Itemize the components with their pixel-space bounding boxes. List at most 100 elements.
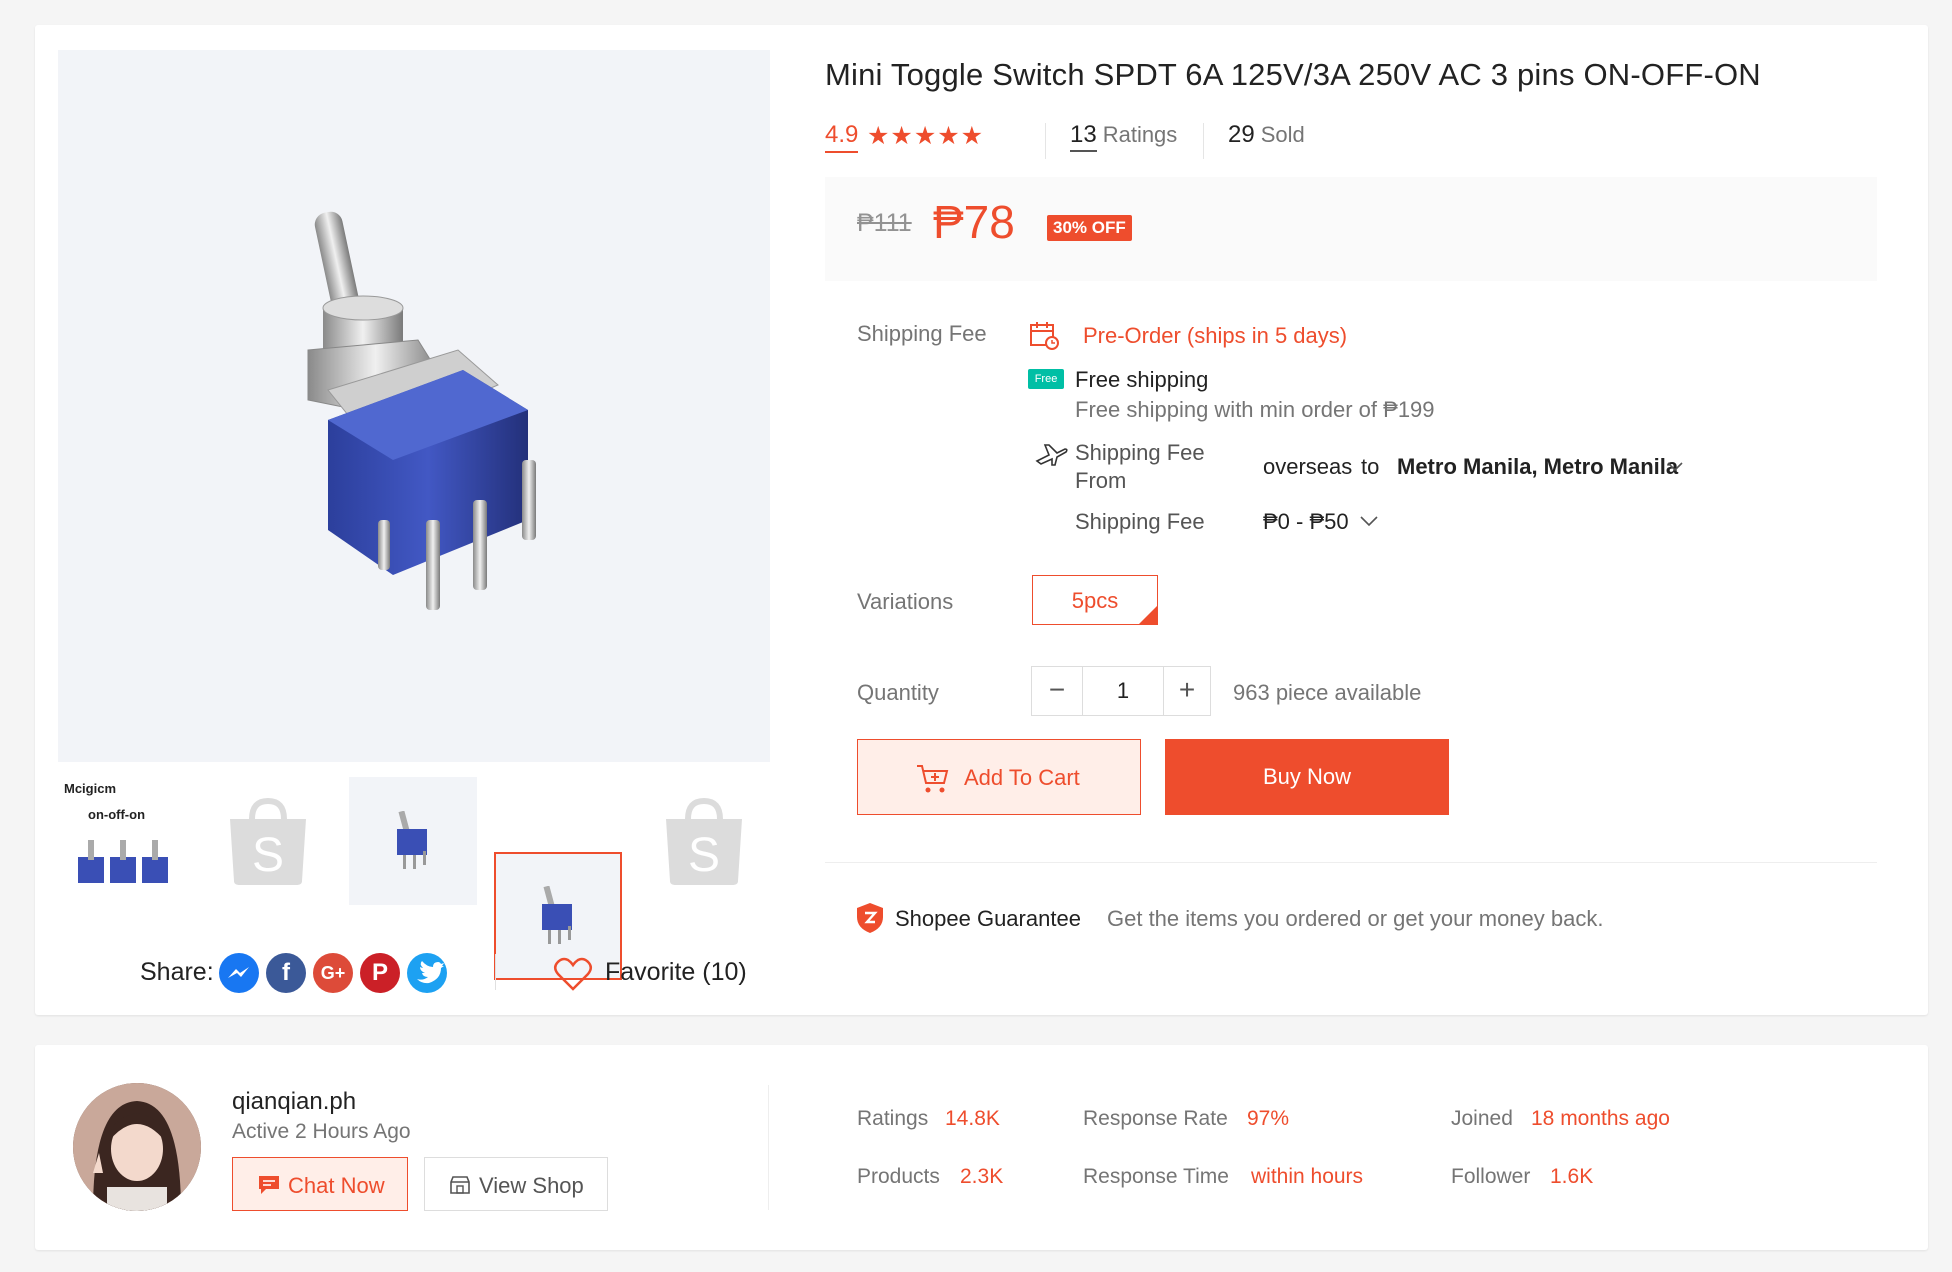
shipping-from-label: Shipping Fee From: [1075, 440, 1205, 493]
ratings-count-number: 13: [1070, 121, 1097, 152]
product-card: Mcigicm on-off-on S S Share: f G+ P Favo…: [35, 25, 1928, 1015]
shipping-fee-label: Shipping Fee: [857, 321, 987, 346]
airplane-icon: [1035, 444, 1068, 466]
share-row: Share: f G+ P Favorite (10): [105, 950, 805, 996]
chat-icon: [259, 1176, 279, 1194]
shipping-origin: overseas: [1263, 454, 1353, 479]
seller-products-label: Products: [857, 1165, 940, 1188]
seller-products-value: 2.3K: [960, 1165, 1004, 1188]
seller-active-status: Active 2 Hours Ago: [232, 1120, 411, 1143]
star-rating-icon: ★★★★★: [867, 122, 985, 150]
selected-check-icon: [1139, 606, 1157, 624]
shop-icon: [450, 1176, 470, 1194]
google-plus-icon[interactable]: G+: [313, 953, 353, 993]
seller-ratings-label: Ratings: [857, 1107, 929, 1130]
sold-count: 29 Sold: [1228, 121, 1305, 149]
view-shop-button[interactable]: View Shop: [424, 1157, 608, 1211]
response-time-value: within hours: [1251, 1165, 1364, 1188]
divider: [1203, 123, 1204, 159]
price-box: ₱111 ₱78 30% OFF: [825, 177, 1877, 281]
chat-now-label: Chat Now: [288, 1173, 385, 1198]
view-shop-label: View Shop: [479, 1173, 584, 1198]
variation-option-label: 5pcs: [1071, 588, 1119, 613]
response-rate-value: 97%: [1247, 1107, 1290, 1130]
thumbnail-caption-brand: Mcigicm: [64, 781, 117, 796]
joined-label: Joined: [1451, 1107, 1513, 1130]
shipping-destination[interactable]: Metro Manila, Metro Manila: [1397, 454, 1678, 480]
shopee-bag-icon: S: [666, 797, 742, 885]
toggle-switch-small-image: [397, 811, 427, 869]
svg-text:S: S: [688, 829, 720, 882]
svg-text:S: S: [252, 829, 284, 882]
follower-label: Follower: [1451, 1165, 1531, 1188]
follower-value: 1.6K: [1550, 1165, 1594, 1188]
free-shipping-title: Free shipping: [1075, 367, 1209, 392]
quantity-stepper: − 1 +: [1031, 666, 1211, 716]
free-shipping-subtitle: Free shipping with min order of ₱199: [1075, 397, 1435, 422]
divider: [768, 1085, 769, 1210]
free-shipping-icon: Free: [1028, 369, 1064, 389]
main-product-image[interactable]: [58, 50, 770, 762]
seller-avatar[interactable]: [73, 1083, 201, 1211]
quantity-increase-button[interactable]: +: [1162, 667, 1212, 715]
share-label: Share:: [140, 958, 214, 986]
chevron-down-icon[interactable]: [1667, 461, 1683, 473]
quantity-decrease-button[interactable]: −: [1032, 667, 1082, 715]
rating-score[interactable]: 4.9: [825, 121, 859, 153]
stock-available: 963 piece available: [1233, 680, 1422, 705]
toggle-switch-small-image: [542, 886, 572, 944]
messenger-icon[interactable]: [219, 953, 259, 993]
shield-icon: [857, 903, 883, 933]
ratings-count[interactable]: 13 Ratings: [1070, 121, 1178, 152]
thumbnail-caption-mode: on-off-on: [88, 807, 146, 822]
seller-card: qianqian.ph Active 2 Hours Ago Chat Now …: [35, 1045, 1928, 1250]
quantity-input[interactable]: 1: [1082, 667, 1164, 715]
shipping-fee-range[interactable]: ₱0 - ₱50: [1263, 509, 1349, 535]
variations-label: Variations: [857, 589, 954, 614]
response-rate-label: Response Rate: [1083, 1107, 1228, 1130]
seller-ratings-value: 14.8K: [945, 1107, 1000, 1130]
ratings-count-label: Ratings: [1102, 122, 1178, 147]
toggle-switch-image: [58, 50, 770, 762]
thumbnail-2[interactable]: S: [204, 777, 332, 905]
variation-option-5pcs[interactable]: 5pcs: [1032, 575, 1158, 625]
twitter-icon[interactable]: [407, 953, 447, 993]
thumbnail-5[interactable]: S: [640, 777, 768, 905]
avatar-image: [73, 1083, 201, 1211]
buy-now-button[interactable]: Buy Now: [1165, 739, 1449, 815]
original-price: ₱111: [857, 209, 912, 237]
guarantee-title[interactable]: Shopee Guarantee: [895, 906, 1081, 932]
shipping-fee-sublabel: Shipping Fee: [1075, 509, 1205, 534]
rating-row: 4.9 ★★★★★ 13 Ratings 29 Sold: [825, 121, 1525, 161]
chevron-down-icon[interactable]: [1360, 515, 1378, 527]
pinterest-icon[interactable]: P: [360, 953, 400, 993]
joined-value: 18 months ago: [1531, 1107, 1670, 1130]
share-divider: [495, 954, 496, 990]
heart-icon[interactable]: [553, 956, 593, 992]
thumbnail-3[interactable]: [349, 777, 477, 905]
shipping-to-word: to: [1361, 454, 1380, 479]
current-price: ₱78: [933, 196, 1015, 248]
quantity-label: Quantity: [857, 680, 939, 705]
preorder-text: Pre-Order (ships in 5 days): [1083, 323, 1348, 348]
discount-badge: 30% OFF: [1047, 215, 1132, 241]
calendar-clock-icon: [1030, 322, 1059, 350]
divider: [825, 862, 1877, 863]
product-title: Mini Toggle Switch SPDT 6A 125V/3A 250V …: [825, 57, 1761, 92]
guarantee-text: Get the items you ordered or get your mo…: [1107, 906, 1604, 931]
switches-image: [78, 840, 168, 883]
response-time-label: Response Time: [1083, 1165, 1229, 1188]
seller-name[interactable]: qianqian.ph: [232, 1088, 356, 1116]
shopee-bag-icon: S: [230, 797, 306, 885]
sold-count-number: 29: [1228, 121, 1255, 148]
chat-now-button[interactable]: Chat Now: [232, 1157, 408, 1211]
add-to-cart-button[interactable]: Add To Cart: [857, 739, 1141, 815]
divider: [1045, 123, 1046, 159]
favorite-label[interactable]: Favorite (10): [605, 958, 747, 987]
add-to-cart-label: Add To Cart: [964, 765, 1080, 790]
sold-count-label: Sold: [1260, 122, 1305, 147]
facebook-icon[interactable]: f: [266, 953, 306, 993]
thumbnail-strip: Mcigicm on-off-on S S: [58, 777, 770, 980]
cart-add-icon: [917, 765, 949, 793]
thumbnail-1[interactable]: Mcigicm on-off-on: [58, 777, 186, 905]
